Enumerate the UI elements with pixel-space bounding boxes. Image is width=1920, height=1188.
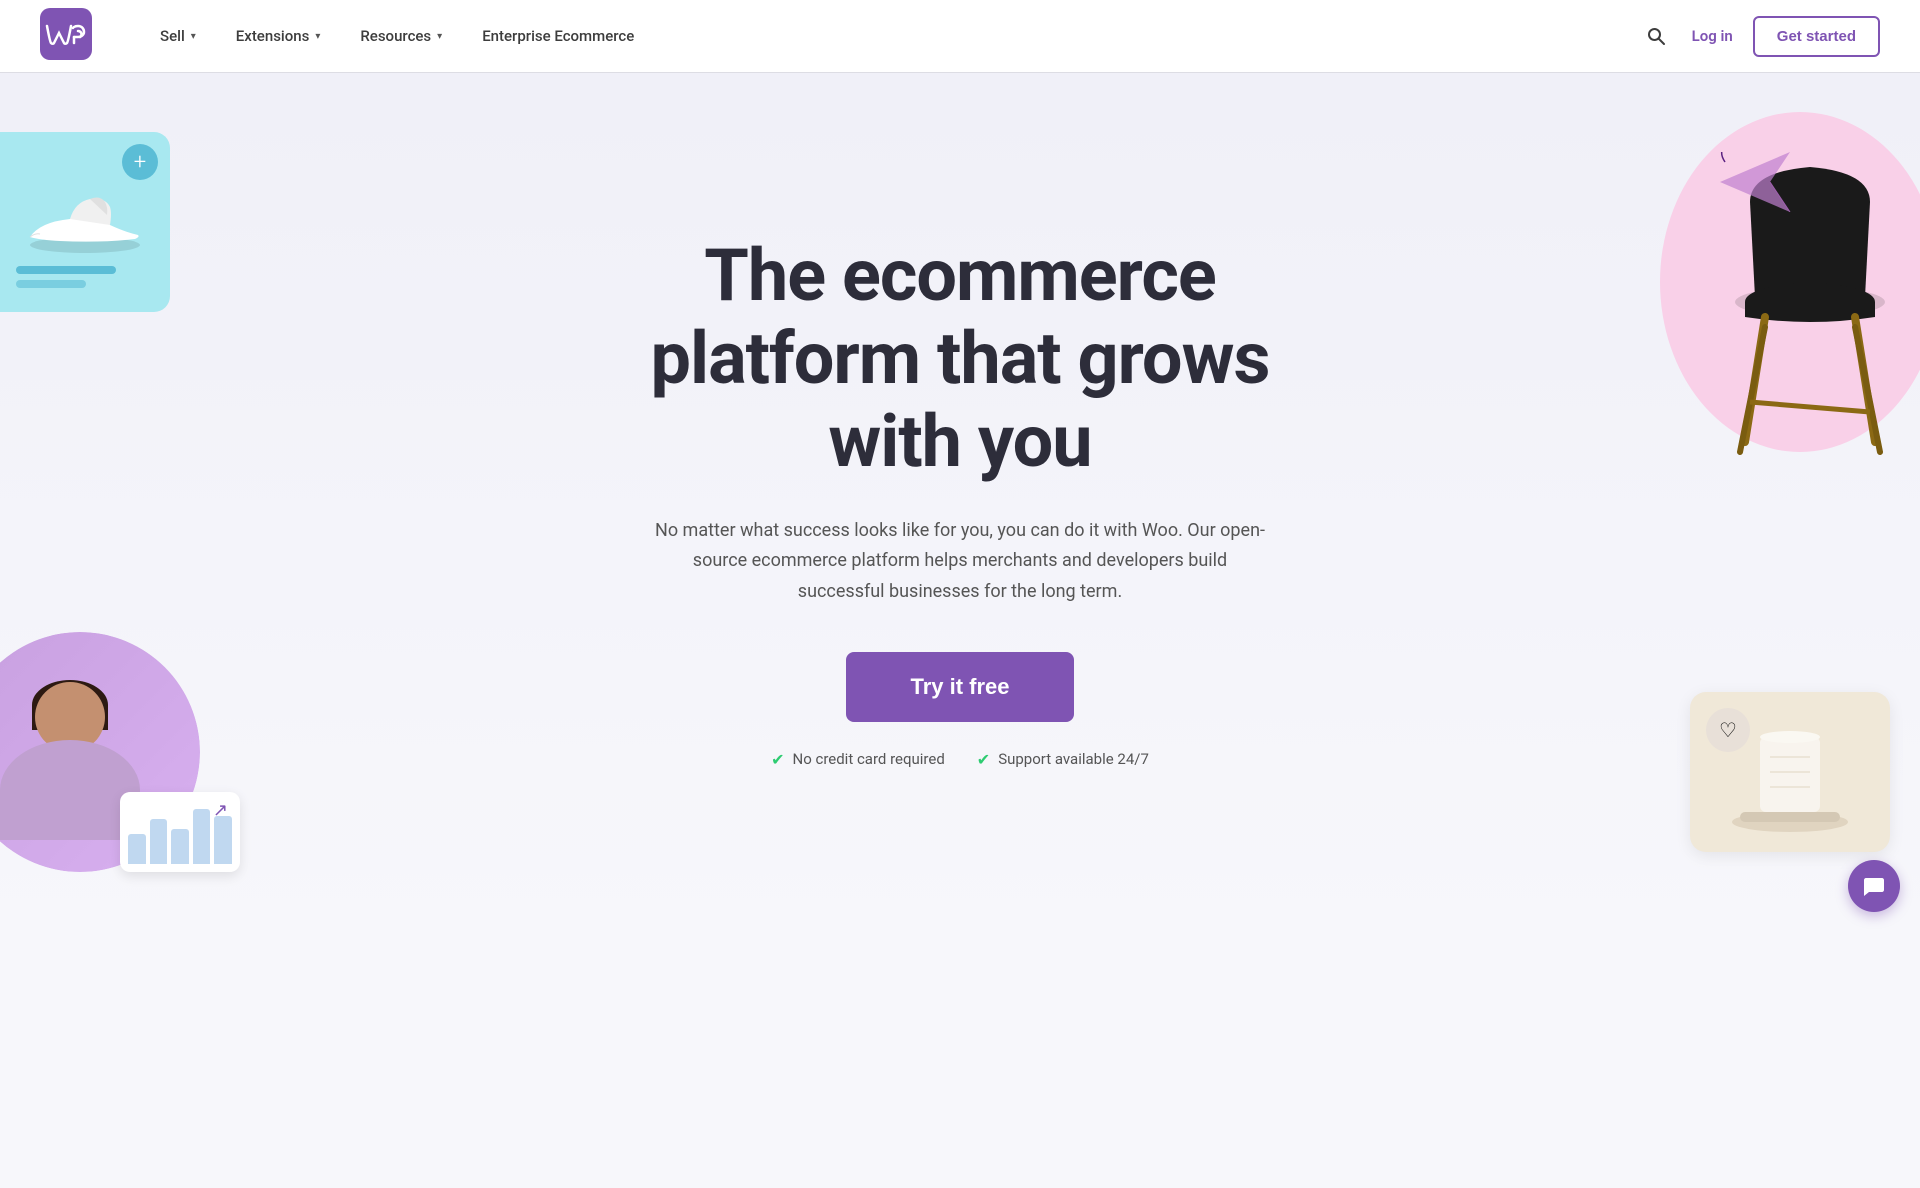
main-nav: Sell ▾ Extensions ▾ Resources ▾ Enterpri… <box>0 0 1920 72</box>
product-bottom-decoration: ♡ <box>1690 692 1890 852</box>
chevron-down-icon: ▾ <box>437 31 442 42</box>
nav-extensions[interactable]: Extensions ▾ <box>216 19 341 53</box>
hero-badges: ✔ No credit card required ✔ Support avai… <box>610 750 1310 769</box>
chat-icon <box>1862 874 1886 898</box>
person-shoulder <box>0 740 140 840</box>
chart-widget: ↗ <box>120 792 240 872</box>
checkmark-icon: ✔ <box>771 750 784 769</box>
chart-bar-2 <box>150 819 168 864</box>
nav-resources[interactable]: Resources ▾ <box>340 19 462 53</box>
product-card-decoration: + <box>0 132 170 312</box>
product-bar-2 <box>16 280 86 288</box>
nav-links: Sell ▾ Extensions ▾ Resources ▾ Enterpri… <box>140 19 1640 53</box>
hero-subtitle: No matter what success looks like for yo… <box>650 516 1270 608</box>
plus-icon: + <box>122 144 158 180</box>
chair-decoration <box>1660 112 1920 492</box>
hero-section: + ↗ <box>0 72 1920 932</box>
chart-bar-3 <box>171 829 189 864</box>
heart-icon: ♡ <box>1706 708 1750 752</box>
product-bar-1 <box>16 266 116 274</box>
nav-right: Log in Get started <box>1640 16 1880 57</box>
login-link[interactable]: Log in <box>1692 27 1733 45</box>
hero-content: The ecommerce platform that grows with y… <box>610 235 1310 768</box>
search-icon <box>1646 26 1666 46</box>
trend-arrow-icon: ↗ <box>213 800 228 821</box>
search-button[interactable] <box>1640 20 1672 52</box>
chart-bar-5 <box>214 816 232 864</box>
nav-enterprise[interactable]: Enterprise Ecommerce <box>462 19 654 53</box>
chart-bar-1 <box>128 834 146 864</box>
paper-plane-icon <box>1720 152 1800 212</box>
badge-no-credit-card: ✔ No credit card required <box>771 750 945 769</box>
chart-bar-4 <box>193 809 211 864</box>
hero-title: The ecommerce platform that grows with y… <box>610 235 1310 483</box>
checkmark-icon: ✔ <box>977 750 990 769</box>
shoe-illustration <box>20 187 150 257</box>
chat-bubble-button[interactable] <box>1848 860 1900 912</box>
try-it-free-button[interactable]: Try it free <box>846 652 1073 722</box>
logo-container[interactable] <box>40 8 92 64</box>
nav-sell[interactable]: Sell ▾ <box>140 19 216 53</box>
woo-logo-icon <box>40 8 92 60</box>
get-started-button[interactable]: Get started <box>1753 16 1880 57</box>
chevron-down-icon: ▾ <box>191 31 196 42</box>
chevron-down-icon: ▾ <box>315 31 320 42</box>
badge-support: ✔ Support available 24/7 <box>977 750 1149 769</box>
